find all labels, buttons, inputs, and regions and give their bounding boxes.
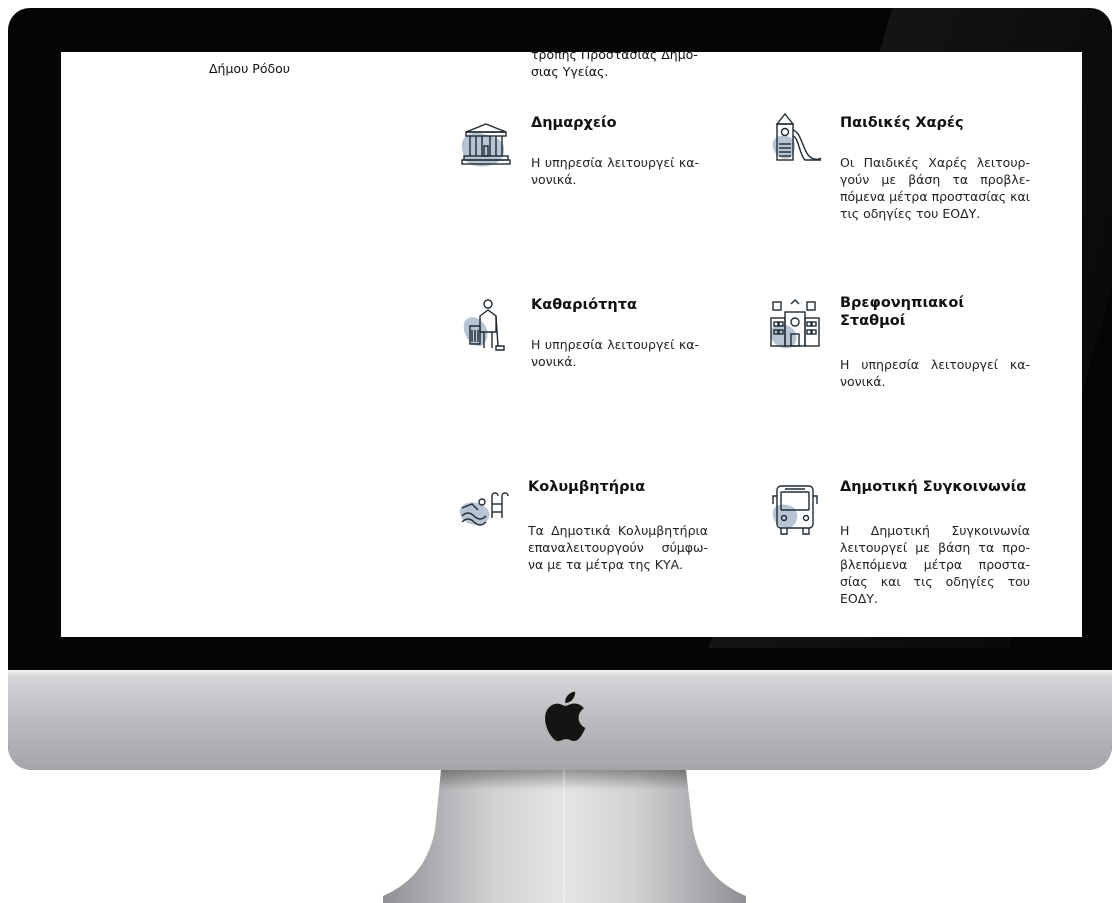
service-card-swimming-pools[interactable]: Κολυμβητήρια Τα Δημοτικά Κολυμβητήρια επ… <box>458 478 723 608</box>
monitor-stand <box>383 770 746 903</box>
service-text: Η Δημοτική Συγκοινωνία λειτουργεί με βάσ… <box>840 523 1030 606</box>
service-card-nurseries[interactable]: Βρεφονηπιακοί Σταθμοί Η υπηρεσία λειτουρ… <box>767 292 1032 422</box>
left-label: Δήμου Ρόδου <box>209 61 290 76</box>
swimming-pool-icon <box>459 492 509 526</box>
cleaner-icon <box>463 299 505 351</box>
city-hall-icon <box>461 123 511 167</box>
service-title: Καθαριότητα <box>531 297 637 313</box>
service-text: Τα Δημοτικά Κολυμβητήρια επαναλειτουργού… <box>528 523 708 572</box>
service-title: Δημοτική Συγκοινωνία <box>840 479 1027 495</box>
service-card-municipal-transport[interactable]: Δημοτική Συγκοινωνία Η Δημοτική Συγκοινω… <box>767 478 1032 628</box>
chin-highlight <box>8 670 1112 676</box>
service-title: Παιδικές Χαρές <box>840 115 964 131</box>
top-fragment-line1: τροπής Προστασίας Δημό- <box>531 52 698 62</box>
service-text: Η υπηρεσία λειτουργεί κα-νονικά. <box>531 155 699 187</box>
service-card-playgrounds[interactable]: Παιδικές Χαρές Οι Παιδικές Χαρές λειτουρ… <box>767 110 1032 240</box>
nursery-building-icon <box>770 299 820 349</box>
service-card-city-hall[interactable]: Δημαρχείο Η υπηρεσία λειτουργεί κα-νονικ… <box>458 110 723 240</box>
bus-icon <box>772 485 818 535</box>
service-card-cleaning[interactable]: Καθαριότητα Η υπηρεσία λειτουργεί κα-νον… <box>458 292 723 422</box>
browser-viewport: Δήμου Ρόδου τροπής Προστασίας Δημό- σιας… <box>61 52 1082 637</box>
service-text: Οι Παιδικές Χαρές λειτουρ-γούν με βάση τ… <box>840 155 1030 221</box>
apple-logo-icon <box>545 691 586 742</box>
service-text: Η υπηρεσία λειτουργεί κα-νονικά. <box>531 337 699 369</box>
top-fragment-line2: σιας Υγείας. <box>531 64 609 79</box>
top-text-fragment: τροπής Προστασίας Δημό- σιας Υγείας. <box>531 52 741 80</box>
service-title: Κολυμβητήρια <box>528 479 646 495</box>
service-title: Βρεφονηπιακοί Σταθμοί <box>840 295 965 329</box>
service-text: Η υπηρεσία λειτουργεί κα-νονικά. <box>840 357 1030 389</box>
playground-slide-icon <box>772 112 822 161</box>
service-title: Δημαρχείο <box>531 115 617 131</box>
monitor-frame: Δήμου Ρόδου τροπής Προστασίας Δημό- σιας… <box>8 8 1112 770</box>
